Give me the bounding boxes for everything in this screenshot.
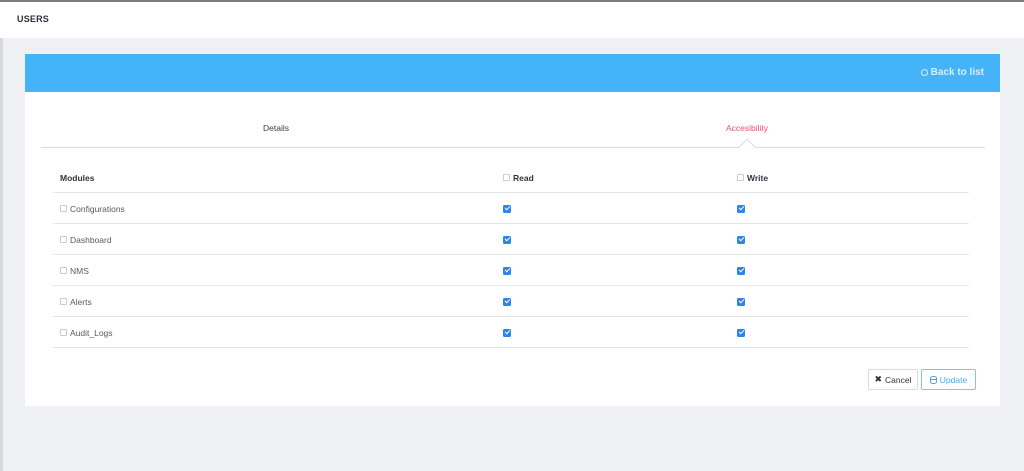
permissions-table: Modules Read Write Configurations Dashbo… bbox=[53, 162, 969, 348]
read-all-checkbox[interactable] bbox=[503, 174, 510, 181]
write-checkbox[interactable] bbox=[737, 266, 745, 275]
page-title: USERS bbox=[17, 14, 50, 24]
module-checkbox[interactable] bbox=[60, 205, 67, 212]
module-label: Alerts bbox=[70, 296, 92, 307]
table-header-row: Modules Read Write bbox=[53, 162, 969, 193]
table-row: NMS bbox=[53, 255, 969, 286]
read-cell bbox=[503, 317, 511, 348]
tab-details[interactable]: Details bbox=[263, 123, 289, 133]
write-all-checkbox[interactable] bbox=[737, 174, 744, 181]
tabs: Details Accesibility bbox=[41, 111, 985, 156]
read-checkbox[interactable] bbox=[503, 328, 511, 337]
write-header: Write bbox=[737, 162, 768, 193]
module-cell: Audit_Logs bbox=[60, 317, 113, 348]
write-checkbox[interactable] bbox=[737, 297, 745, 306]
write-cell bbox=[737, 286, 745, 317]
write-checkbox[interactable] bbox=[737, 328, 745, 337]
module-cell: Alerts bbox=[60, 286, 92, 317]
read-checkbox[interactable] bbox=[503, 235, 511, 244]
table-row: Dashboard bbox=[53, 224, 969, 255]
module-checkbox[interactable] bbox=[60, 236, 67, 243]
circle-icon bbox=[920, 69, 928, 76]
module-label: Audit_Logs bbox=[70, 327, 113, 338]
top-bar: USERS bbox=[0, 0, 1024, 38]
read-header: Read bbox=[503, 162, 534, 193]
read-header-label: Read bbox=[513, 172, 534, 183]
write-cell bbox=[737, 193, 745, 224]
cancel-label: Cancel bbox=[885, 374, 912, 385]
active-tab-caret bbox=[738, 138, 756, 156]
module-checkbox[interactable] bbox=[60, 298, 67, 305]
module-checkbox[interactable] bbox=[60, 329, 67, 336]
read-cell bbox=[503, 255, 511, 286]
table-row: Alerts bbox=[53, 286, 969, 317]
update-button[interactable]: Update bbox=[921, 369, 976, 390]
card-header: Back to list bbox=[25, 54, 1000, 92]
read-cell bbox=[503, 224, 511, 255]
module-cell: Configurations bbox=[60, 193, 125, 224]
modules-header: Modules bbox=[60, 172, 95, 183]
read-checkbox[interactable] bbox=[503, 266, 511, 275]
write-header-label: Write bbox=[747, 172, 769, 183]
module-checkbox[interactable] bbox=[60, 267, 67, 274]
module-label: Dashboard bbox=[70, 234, 112, 245]
user-card: Back to list Details Accesibility Module… bbox=[25, 54, 1000, 406]
read-checkbox[interactable] bbox=[503, 297, 511, 306]
back-to-list-label: Back to list bbox=[930, 67, 984, 78]
module-label: NMS bbox=[70, 265, 89, 276]
cancel-button[interactable]: ✖ Cancel bbox=[868, 369, 918, 390]
module-cell: NMS bbox=[60, 255, 89, 286]
write-cell bbox=[737, 255, 745, 286]
left-rail bbox=[0, 38, 3, 471]
read-cell bbox=[503, 286, 511, 317]
read-checkbox[interactable] bbox=[503, 204, 511, 213]
database-icon bbox=[929, 375, 937, 384]
tab-accesibility[interactable]: Accesibility bbox=[726, 123, 768, 133]
table-row: Audit_Logs bbox=[53, 317, 969, 348]
read-cell bbox=[503, 193, 511, 224]
update-label: Update bbox=[939, 374, 968, 385]
x-icon: ✖ bbox=[874, 374, 883, 384]
write-cell bbox=[737, 317, 745, 348]
write-cell bbox=[737, 224, 745, 255]
module-label: Configurations bbox=[70, 203, 125, 214]
write-checkbox[interactable] bbox=[737, 235, 745, 244]
table-row: Configurations bbox=[53, 193, 969, 224]
module-cell: Dashboard bbox=[60, 224, 112, 255]
write-checkbox[interactable] bbox=[737, 204, 745, 213]
back-to-list-link[interactable]: Back to list bbox=[920, 67, 984, 78]
